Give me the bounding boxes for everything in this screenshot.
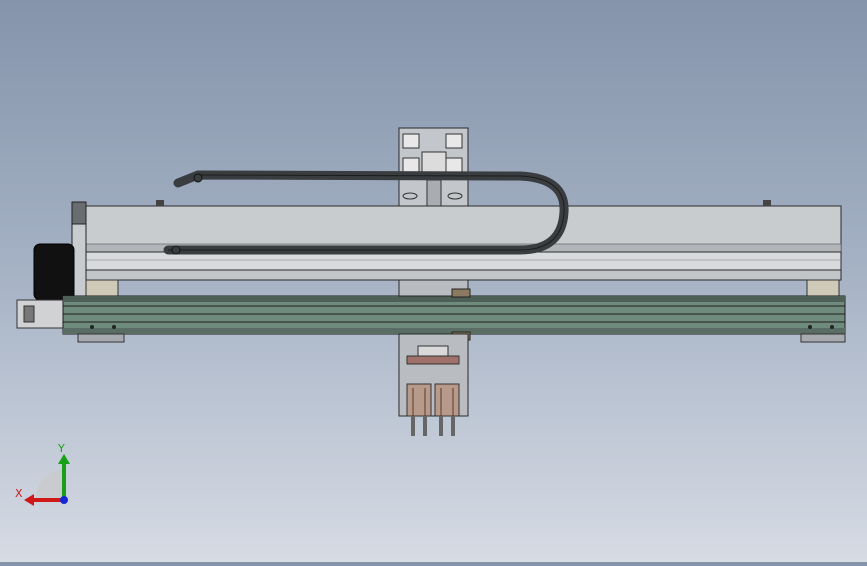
y-axis-label: Y [57,442,65,455]
x-axis-head [24,494,34,506]
cad-viewport[interactable] [0,0,867,562]
triad-plane [35,469,64,500]
model-view[interactable] [0,0,867,562]
y-axis-head [58,454,70,464]
x-axis-beam[interactable] [85,200,842,281]
gripper-left[interactable] [406,383,432,436]
foot-right [806,279,840,297]
gripper-right[interactable] [434,383,460,436]
x-axis-label: X [15,487,23,500]
foot-left [85,279,119,297]
z-axis-point [60,496,68,504]
axis-triad: Y X [14,440,74,510]
